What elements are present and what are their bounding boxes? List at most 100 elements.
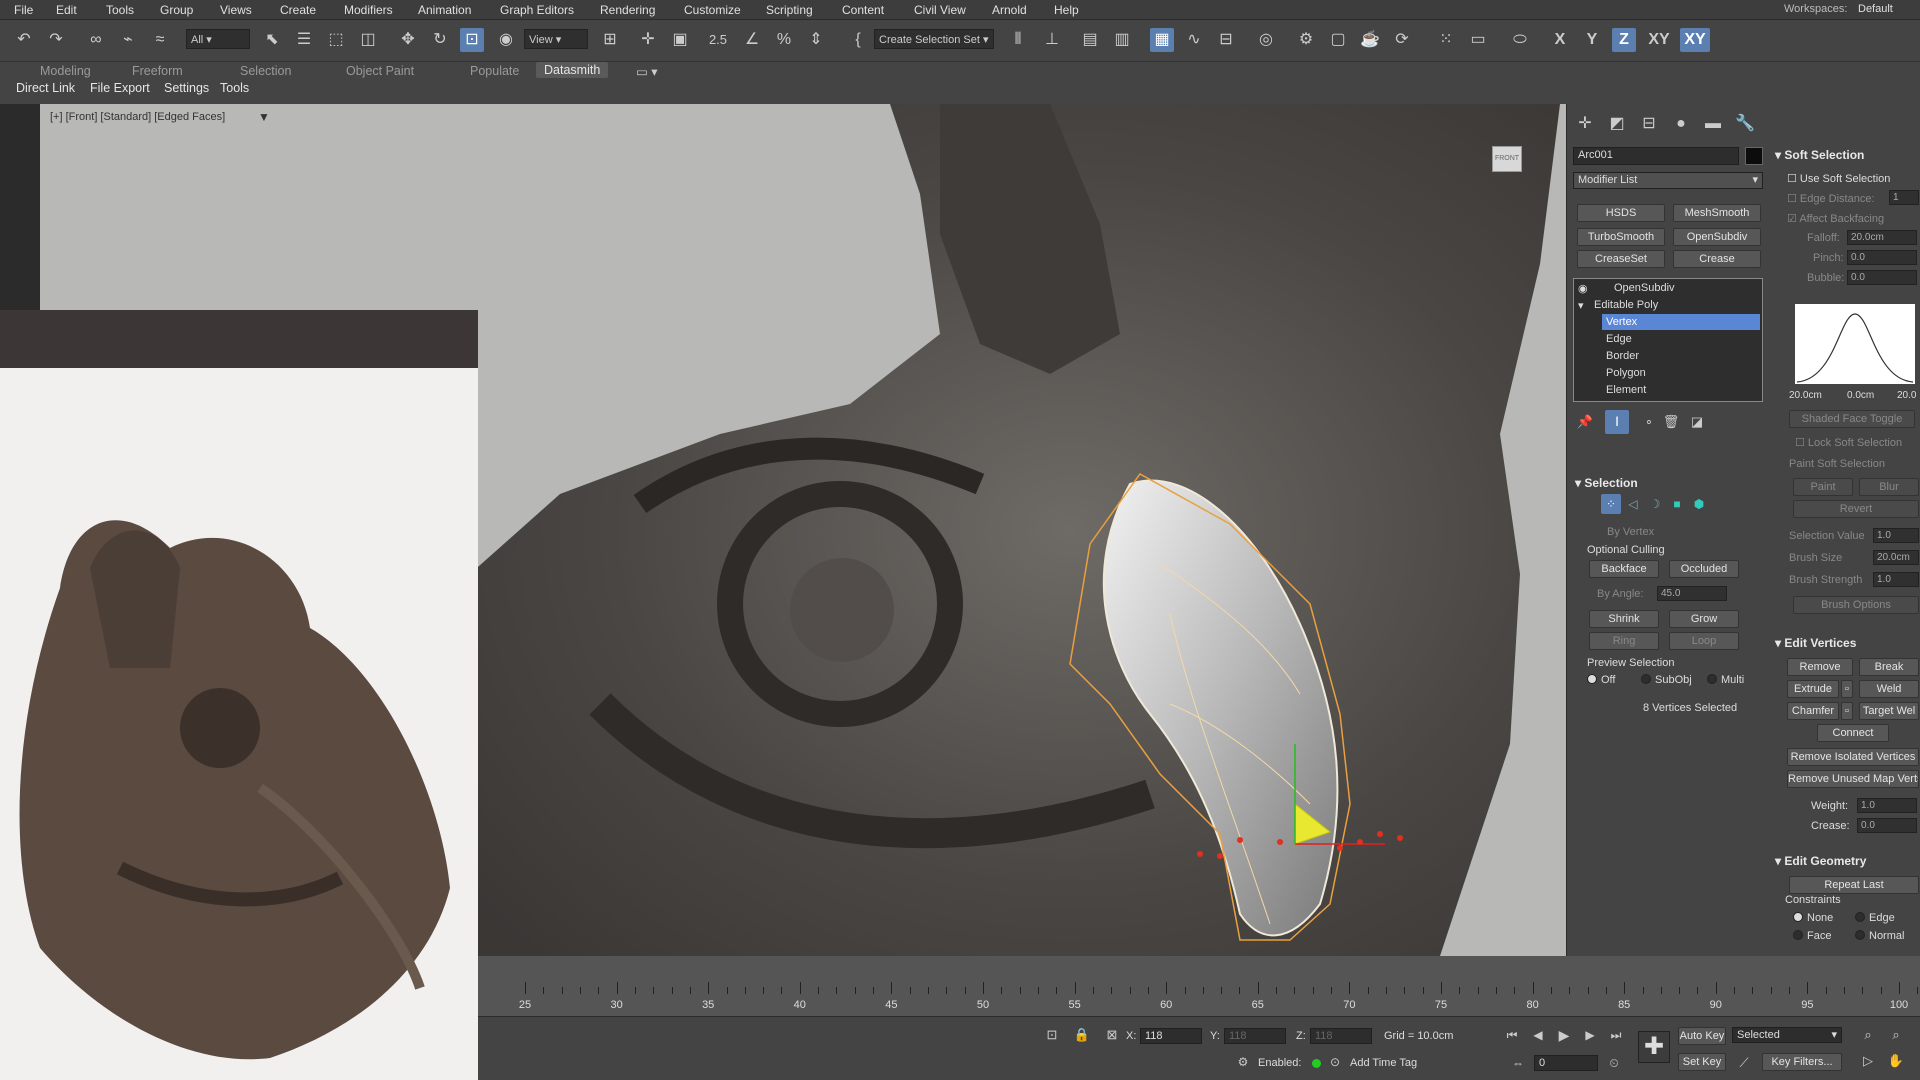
- move-icon[interactable]: ✥: [396, 28, 420, 52]
- time-tag-icon[interactable]: ⊙: [1326, 1053, 1344, 1071]
- chamfer-settings-button[interactable]: ▫: [1841, 702, 1853, 720]
- absolute-mode-icon[interactable]: ⊠: [1100, 1023, 1124, 1047]
- weld-vertex-button[interactable]: Weld: [1859, 680, 1919, 698]
- display-tab-icon[interactable]: ▬: [1701, 112, 1725, 136]
- hsds-button[interactable]: HSDS: [1577, 204, 1665, 222]
- menu-tools[interactable]: Tools: [106, 3, 134, 17]
- grid-snap-icon[interactable]: ⁙: [1434, 28, 1458, 52]
- y-coord-field[interactable]: 118: [1224, 1028, 1286, 1044]
- selection-value-spinner[interactable]: 1.0: [1873, 528, 1919, 543]
- extrude-vertex-button[interactable]: Extrude: [1787, 680, 1839, 698]
- motion-tab-icon[interactable]: ●: [1669, 112, 1693, 136]
- go-to-end-icon[interactable]: ⏭: [1604, 1023, 1628, 1047]
- key-selection-dropdown[interactable]: Selected ▾: [1732, 1027, 1842, 1043]
- menu-create[interactable]: Create: [280, 3, 316, 17]
- window-crossing-icon[interactable]: ◫: [356, 28, 380, 52]
- zoom-icon[interactable]: ⌕: [1856, 1023, 1880, 1047]
- current-frame-field[interactable]: 0: [1534, 1055, 1598, 1071]
- pinch-spinner[interactable]: 0.0: [1847, 250, 1917, 265]
- object-color-swatch[interactable]: [1745, 147, 1763, 165]
- toggle-ribbon-icon[interactable]: ▦: [1150, 28, 1174, 52]
- unlink-icon[interactable]: ⌁: [116, 28, 140, 52]
- menu-views[interactable]: Views: [220, 3, 252, 17]
- object-name-field[interactable]: Arc001: [1573, 147, 1739, 165]
- remove-vertex-button[interactable]: Remove: [1787, 658, 1853, 676]
- weight-spinner[interactable]: 1.0: [1857, 798, 1917, 813]
- edit-named-selection-icon[interactable]: {: [846, 28, 870, 52]
- ribbon-direct-link[interactable]: Direct Link: [16, 81, 75, 95]
- ruler-icon[interactable]: ▭: [1466, 28, 1490, 52]
- layer-explorer-icon[interactable]: ▥: [1110, 28, 1134, 52]
- use-soft-selection-checkbox[interactable]: ☐ Use Soft Selection: [1787, 172, 1890, 185]
- selection-lock-icon[interactable]: ⬭: [1508, 28, 1532, 52]
- ribbon-settings[interactable]: Settings: [164, 81, 209, 95]
- material-editor-icon[interactable]: ◎: [1254, 28, 1278, 52]
- menu-graph-editors[interactable]: Graph Editors: [500, 3, 574, 17]
- crease-button[interactable]: Crease: [1673, 250, 1761, 268]
- placement-icon[interactable]: ◉: [494, 28, 518, 52]
- constraint-normal-radio[interactable]: Normal: [1855, 930, 1904, 942]
- named-selection-set-dropdown[interactable]: Create Selection Set ▾: [874, 29, 994, 49]
- backface-button[interactable]: Backface: [1589, 560, 1659, 578]
- loop-button[interactable]: Loop: [1669, 632, 1739, 650]
- spinner-snap-icon[interactable]: ⇕: [804, 28, 828, 52]
- viewport-label[interactable]: [+] [Front] [Standard] [Edged Faces]: [50, 111, 225, 123]
- rectangular-selection-icon[interactable]: ⬚: [324, 28, 348, 52]
- menu-customize[interactable]: Customize: [684, 3, 741, 17]
- preview-off-radio[interactable]: Off: [1587, 674, 1615, 686]
- go-to-start-icon[interactable]: ⏮: [1500, 1023, 1524, 1047]
- ribbon-file-export[interactable]: File Export: [90, 81, 150, 95]
- snap-toggle-icon[interactable]: 2.5: [706, 28, 730, 52]
- axis-y-button[interactable]: Y: [1580, 28, 1604, 52]
- brush-size-spinner[interactable]: 20.0cm: [1873, 550, 1919, 565]
- render-iterative-icon[interactable]: ⟳: [1390, 28, 1414, 52]
- rendered-frame-icon[interactable]: ▢: [1326, 28, 1350, 52]
- selection-lock-toggle-icon[interactable]: 🔒: [1070, 1023, 1094, 1047]
- render-production-icon[interactable]: ☕: [1358, 28, 1382, 52]
- menu-animation[interactable]: Animation: [418, 3, 471, 17]
- chamfer-vertex-button[interactable]: Chamfer: [1787, 702, 1839, 720]
- stack-item-edge[interactable]: Edge: [1606, 333, 1632, 345]
- occluded-button[interactable]: Occluded: [1669, 560, 1739, 578]
- brush-strength-spinner[interactable]: 1.0: [1873, 572, 1919, 587]
- paint-button[interactable]: Paint: [1793, 478, 1853, 496]
- tab-datasmith[interactable]: Datasmith: [536, 62, 609, 78]
- remove-isolated-vertices-button[interactable]: Remove Isolated Vertices: [1787, 748, 1919, 766]
- timeline[interactable]: 25 30 35 40 45 50 55 60 65 70 75 80 85 90 95 100: [478, 956, 1920, 1016]
- link-icon[interactable]: ∞: [84, 28, 108, 52]
- schematic-view-icon[interactable]: ⊟: [1214, 28, 1238, 52]
- set-key-button[interactable]: Set Key: [1678, 1053, 1726, 1071]
- vertex-mode-icon[interactable]: ⁘: [1601, 494, 1621, 514]
- key-mode-icon[interactable]: ⇔: [1506, 1051, 1530, 1075]
- menu-group[interactable]: Group: [160, 3, 193, 17]
- redo-icon[interactable]: ↷: [44, 28, 68, 52]
- pan-view-icon[interactable]: ✋: [1884, 1049, 1908, 1073]
- menu-scripting[interactable]: Scripting: [766, 3, 813, 17]
- stack-item-element[interactable]: Element: [1606, 384, 1646, 396]
- preview-multi-radio[interactable]: Multi: [1707, 674, 1744, 686]
- axis-z-button[interactable]: Z: [1612, 28, 1636, 52]
- show-end-result-icon[interactable]: Ⅰ: [1605, 410, 1629, 434]
- menu-civil-view[interactable]: Civil View: [914, 3, 966, 17]
- menu-rendering[interactable]: Rendering: [600, 3, 655, 17]
- stack-item-opensubdiv[interactable]: OpenSubdiv: [1614, 282, 1675, 294]
- curve-editor-icon[interactable]: ∿: [1182, 28, 1206, 52]
- tab-object-paint[interactable]: Object Paint: [346, 64, 414, 78]
- tab-freeform[interactable]: Freeform: [132, 64, 183, 78]
- next-frame-icon[interactable]: ▶: [1578, 1023, 1602, 1047]
- keyboard-shortcut-override-icon[interactable]: ▣: [668, 28, 692, 52]
- render-setup-icon[interactable]: ⚙: [1294, 28, 1318, 52]
- time-config-icon[interactable]: ⏲: [1602, 1051, 1626, 1075]
- axis-xy-cycle-button[interactable]: XY: [1680, 28, 1710, 52]
- element-mode-icon[interactable]: ⬢: [1689, 494, 1709, 514]
- affect-backfacing-checkbox[interactable]: ☑ Affect Backfacing: [1787, 212, 1884, 225]
- polygon-mode-icon[interactable]: ■: [1667, 494, 1687, 514]
- connect-button[interactable]: Connect: [1817, 724, 1889, 742]
- axis-x-button[interactable]: X: [1548, 28, 1572, 52]
- align-icon[interactable]: ⊥: [1040, 28, 1064, 52]
- isolate-selection-icon[interactable]: ⊡: [1040, 1023, 1064, 1047]
- menu-edit[interactable]: Edit: [56, 3, 77, 17]
- menu-help[interactable]: Help: [1054, 3, 1079, 17]
- constraint-edge-radio[interactable]: Edge: [1855, 912, 1895, 924]
- adaptive-degradation-icon[interactable]: ⚙: [1234, 1053, 1252, 1071]
